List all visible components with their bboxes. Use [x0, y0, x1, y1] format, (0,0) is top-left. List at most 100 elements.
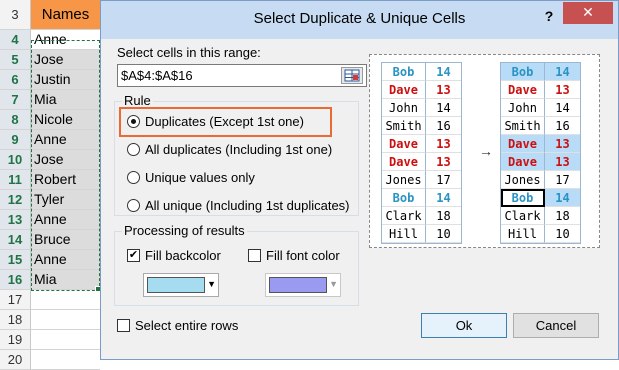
- row-number[interactable]: 8: [0, 110, 31, 130]
- row-number[interactable]: 14: [0, 230, 31, 250]
- name-cell[interactable]: [31, 310, 100, 330]
- preview-value-cell: 18: [545, 207, 580, 225]
- rule-option-2[interactable]: All duplicates (Including 1st one): [127, 142, 332, 157]
- range-select-icon: [344, 69, 360, 82]
- preview-value-cell: 13: [545, 81, 580, 99]
- name-cell[interactable]: Bruce: [31, 230, 100, 250]
- row-number[interactable]: 5: [0, 50, 31, 70]
- rule-option-label: All duplicates (Including 1st one): [145, 142, 333, 157]
- sheet-row: 7 Mia: [0, 90, 100, 110]
- preview-before-table: Bob 14 Dave 13 John 14 Smith 16 Dave 13 Dave 13 Jone…: [381, 62, 462, 244]
- name-cell[interactable]: Anne: [31, 250, 100, 270]
- row-number[interactable]: 12: [0, 190, 31, 210]
- radio-button[interactable]: [127, 143, 140, 156]
- name-cell[interactable]: Robert: [31, 170, 100, 190]
- name-cell[interactable]: Jose: [31, 50, 100, 70]
- row-number[interactable]: 16: [0, 270, 31, 290]
- name-cell[interactable]: Anne: [31, 130, 100, 150]
- name-cell[interactable]: Tyler: [31, 190, 100, 210]
- preview-value-cell: 17: [426, 171, 461, 189]
- name-cell[interactable]: Jose: [31, 150, 100, 170]
- preview-name-cell: Jones: [501, 171, 545, 189]
- cancel-button[interactable]: Cancel: [513, 313, 599, 338]
- range-label: Select cells in this range:: [117, 45, 261, 60]
- sheet-row: 15 Anne: [0, 250, 100, 270]
- row-number[interactable]: 18: [0, 310, 31, 330]
- preview-value-cell: 14: [545, 189, 580, 207]
- rule-option-1[interactable]: Duplicates (Except 1st one): [127, 114, 304, 129]
- range-picker-button[interactable]: [341, 67, 363, 84]
- preview-row: Hill 10: [382, 225, 461, 243]
- preview-panel: Bob 14 Dave 13 John 14 Smith 16 Dave 13 Dave 13 Jone…: [369, 54, 600, 248]
- preview-row: Dave 13: [382, 81, 461, 99]
- preview-value-cell: 13: [426, 81, 461, 99]
- rule-option-4[interactable]: All unique (Including 1st duplicates): [127, 198, 350, 213]
- radio-button[interactable]: [127, 171, 140, 184]
- preview-row: Dave 13: [382, 135, 461, 153]
- fontcolor-picker[interactable]: ▼: [265, 273, 341, 297]
- preview-value-cell: 18: [426, 207, 461, 225]
- preview-name-cell: Dave: [382, 81, 426, 99]
- fill-backcolor-label: Fill backcolor: [145, 248, 221, 263]
- checkbox-box: [117, 319, 130, 332]
- fontcolor-swatch: [269, 277, 327, 293]
- name-cell[interactable]: Anne: [31, 210, 100, 230]
- preview-row: Clark 18: [382, 207, 461, 225]
- name-cell[interactable]: Nicole: [31, 110, 100, 130]
- help-button[interactable]: ?: [538, 6, 560, 28]
- preview-row: John 14: [382, 99, 461, 117]
- backcolor-picker[interactable]: ▼: [143, 273, 219, 297]
- row-number[interactable]: 19: [0, 330, 31, 350]
- radio-button[interactable]: [127, 115, 140, 128]
- row-number[interactable]: 6: [0, 70, 31, 90]
- row-number[interactable]: 11: [0, 170, 31, 190]
- radio-button[interactable]: [127, 199, 140, 212]
- row-number[interactable]: 7: [0, 90, 31, 110]
- name-cell[interactable]: Justin: [31, 70, 100, 90]
- row-number[interactable]: 4: [0, 30, 31, 50]
- sheet-row: 9 Anne: [0, 130, 100, 150]
- sheet-row: 14 Bruce: [0, 230, 100, 250]
- name-cell[interactable]: Mia: [31, 270, 100, 290]
- preview-value-cell: 13: [426, 135, 461, 153]
- preview-name-cell: Dave: [501, 153, 545, 171]
- row-number[interactable]: 13: [0, 210, 31, 230]
- preview-value-cell: 16: [426, 117, 461, 135]
- name-cell[interactable]: [31, 330, 100, 350]
- name-cell[interactable]: Mia: [31, 90, 100, 110]
- preview-value-cell: 10: [426, 225, 461, 243]
- processing-group-title: Processing of results: [122, 223, 247, 238]
- preview-name-cell: Clark: [382, 207, 426, 225]
- sheet-row: 8 Nicole: [0, 110, 100, 130]
- column-header-names[interactable]: Names: [31, 0, 100, 30]
- fill-font-color-checkbox[interactable]: Fill font color: [248, 248, 340, 263]
- preview-row: Hill 10: [501, 225, 580, 243]
- ok-button[interactable]: Ok: [421, 313, 507, 338]
- select-entire-rows-checkbox[interactable]: Select entire rows: [117, 318, 238, 333]
- row-number[interactable]: 20: [0, 350, 31, 370]
- rule-option-3[interactable]: Unique values only: [127, 170, 255, 185]
- name-cell[interactable]: [31, 350, 100, 370]
- select-duplicate-unique-dialog: Select Duplicate & Unique Cells ? ✕ Sele…: [100, 0, 619, 360]
- row-number[interactable]: 3: [0, 0, 31, 30]
- preview-row: Smith 16: [501, 117, 580, 135]
- row-number[interactable]: 17: [0, 290, 31, 310]
- name-cell[interactable]: [31, 290, 100, 310]
- close-button[interactable]: ✕: [563, 2, 613, 24]
- preview-name-cell: Bob: [382, 189, 426, 207]
- name-cell[interactable]: Anne: [31, 30, 100, 50]
- preview-name-cell: Bob: [501, 189, 545, 207]
- preview-row: Clark 18: [501, 207, 580, 225]
- checkbox-box: [248, 249, 261, 262]
- preview-row: Bob 14: [501, 63, 580, 81]
- row-number[interactable]: 15: [0, 250, 31, 270]
- rule-option-label: Duplicates (Except 1st one): [145, 114, 304, 129]
- sheet-row: 19: [0, 330, 100, 350]
- range-input[interactable]: $A$4:$A$16: [117, 64, 367, 87]
- preview-value-cell: 14: [545, 63, 580, 81]
- preview-name-cell: John: [501, 99, 545, 117]
- fill-backcolor-checkbox[interactable]: ✔ Fill backcolor: [127, 248, 221, 263]
- row-number[interactable]: 9: [0, 130, 31, 150]
- row-number[interactable]: 10: [0, 150, 31, 170]
- arrow-right-icon: →: [479, 143, 493, 159]
